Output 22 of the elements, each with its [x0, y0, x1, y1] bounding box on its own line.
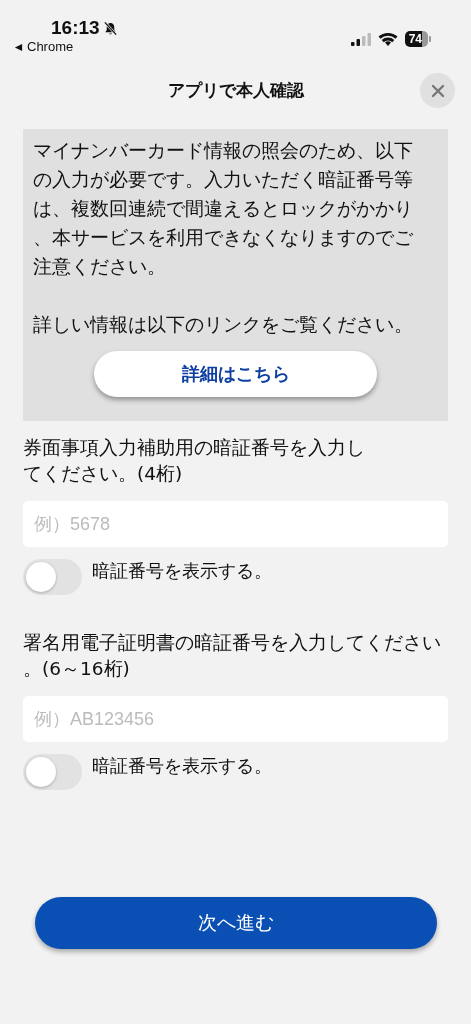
show-pin-toggle[interactable]	[23, 754, 82, 790]
field-label: 署名用電子証明書の暗証番号を入力してください。(6～16桁)	[23, 631, 442, 681]
back-triangle-icon	[14, 42, 23, 52]
close-icon	[430, 83, 445, 98]
pin-input-field[interactable]: 例）5678	[23, 501, 448, 547]
signal-icon	[350, 32, 371, 46]
show-pin-toggle[interactable]	[23, 559, 82, 595]
close-button[interactable]	[420, 73, 455, 108]
wifi-icon	[377, 31, 398, 47]
battery-level: 74	[404, 31, 428, 47]
toggle-label: 暗証番号を表示する。	[92, 754, 272, 778]
notice-text: 詳しい情報は以下のリンクをご覧ください。	[33, 313, 414, 337]
toggle-label: 暗証番号を表示する。	[92, 559, 272, 583]
notice-text: マイナンバーカード情報の照会のため、以下の入力が必要です。入力いただく暗証番号等は、複数回連続で間違えるとロックがかかり、本サービスを利用できなくなりますのでご注意ください。	[33, 139, 414, 279]
details-button[interactable]: 詳細はこちら	[94, 351, 377, 397]
field-label: 券面事項入力補助用の暗証番号を入力してください。(4桁)	[23, 436, 366, 486]
back-app-link[interactable]: Chrome	[14, 39, 74, 55]
page-title: アプリで本人確認	[167, 78, 304, 102]
muted-bell-icon	[102, 20, 118, 36]
next-button[interactable]: 次へ進む	[34, 897, 437, 949]
clock-time: 16:13	[51, 17, 100, 39]
pin-input-field[interactable]: 例）AB123456	[23, 696, 448, 742]
